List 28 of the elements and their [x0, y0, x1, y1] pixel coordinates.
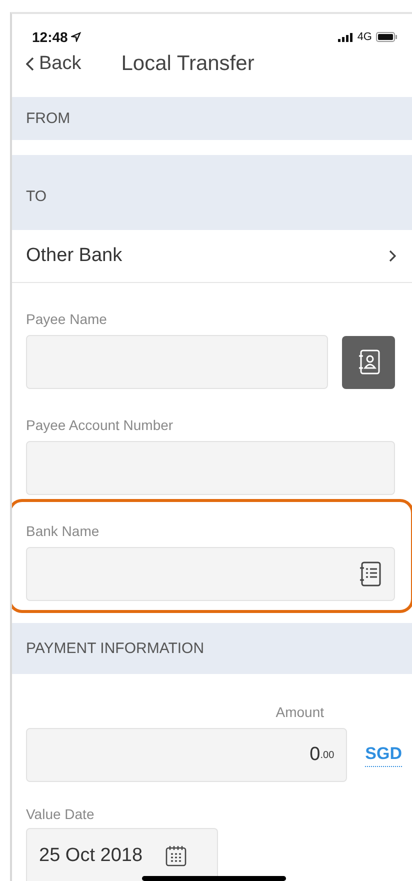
location-arrow-icon	[70, 32, 81, 42]
section-header: TO	[26, 188, 47, 205]
bank-type-row[interactable]: Other Bank	[26, 245, 122, 267]
signal-icon	[338, 32, 354, 42]
network-label: 4G	[357, 31, 372, 43]
contacts-button[interactable]	[342, 336, 395, 388]
input-field[interactable]	[26, 441, 395, 495]
home-indicator[interactable]	[142, 876, 286, 881]
chevron-left-icon	[26, 57, 34, 71]
field-label: Amount	[274, 704, 324, 720]
address-book-icon	[356, 349, 380, 375]
amount-field[interactable]: 0$^{.00}$	[26, 728, 348, 782]
input-field[interactable]	[26, 335, 328, 389]
status-time: 12:48	[32, 29, 68, 45]
field-label: Bank Name	[26, 523, 100, 539]
field-label: Payee Account Number	[26, 417, 174, 433]
calendar-icon	[164, 844, 187, 866]
chevron-right-icon	[389, 250, 396, 262]
date-field[interactable]: 25 Oct 2018	[26, 828, 218, 881]
input-field[interactable]	[26, 547, 395, 601]
field-label: Payee Name	[26, 311, 108, 327]
back-button[interactable]: Back	[26, 53, 82, 75]
screen-title: Local Transfer	[121, 52, 254, 76]
section-header: FROM	[26, 110, 70, 127]
field-label: Value Date	[26, 806, 96, 822]
battery-icon	[376, 32, 398, 42]
section-header: PAYMENT INFORMATION	[26, 640, 204, 657]
list-book-icon[interactable]	[358, 561, 382, 587]
